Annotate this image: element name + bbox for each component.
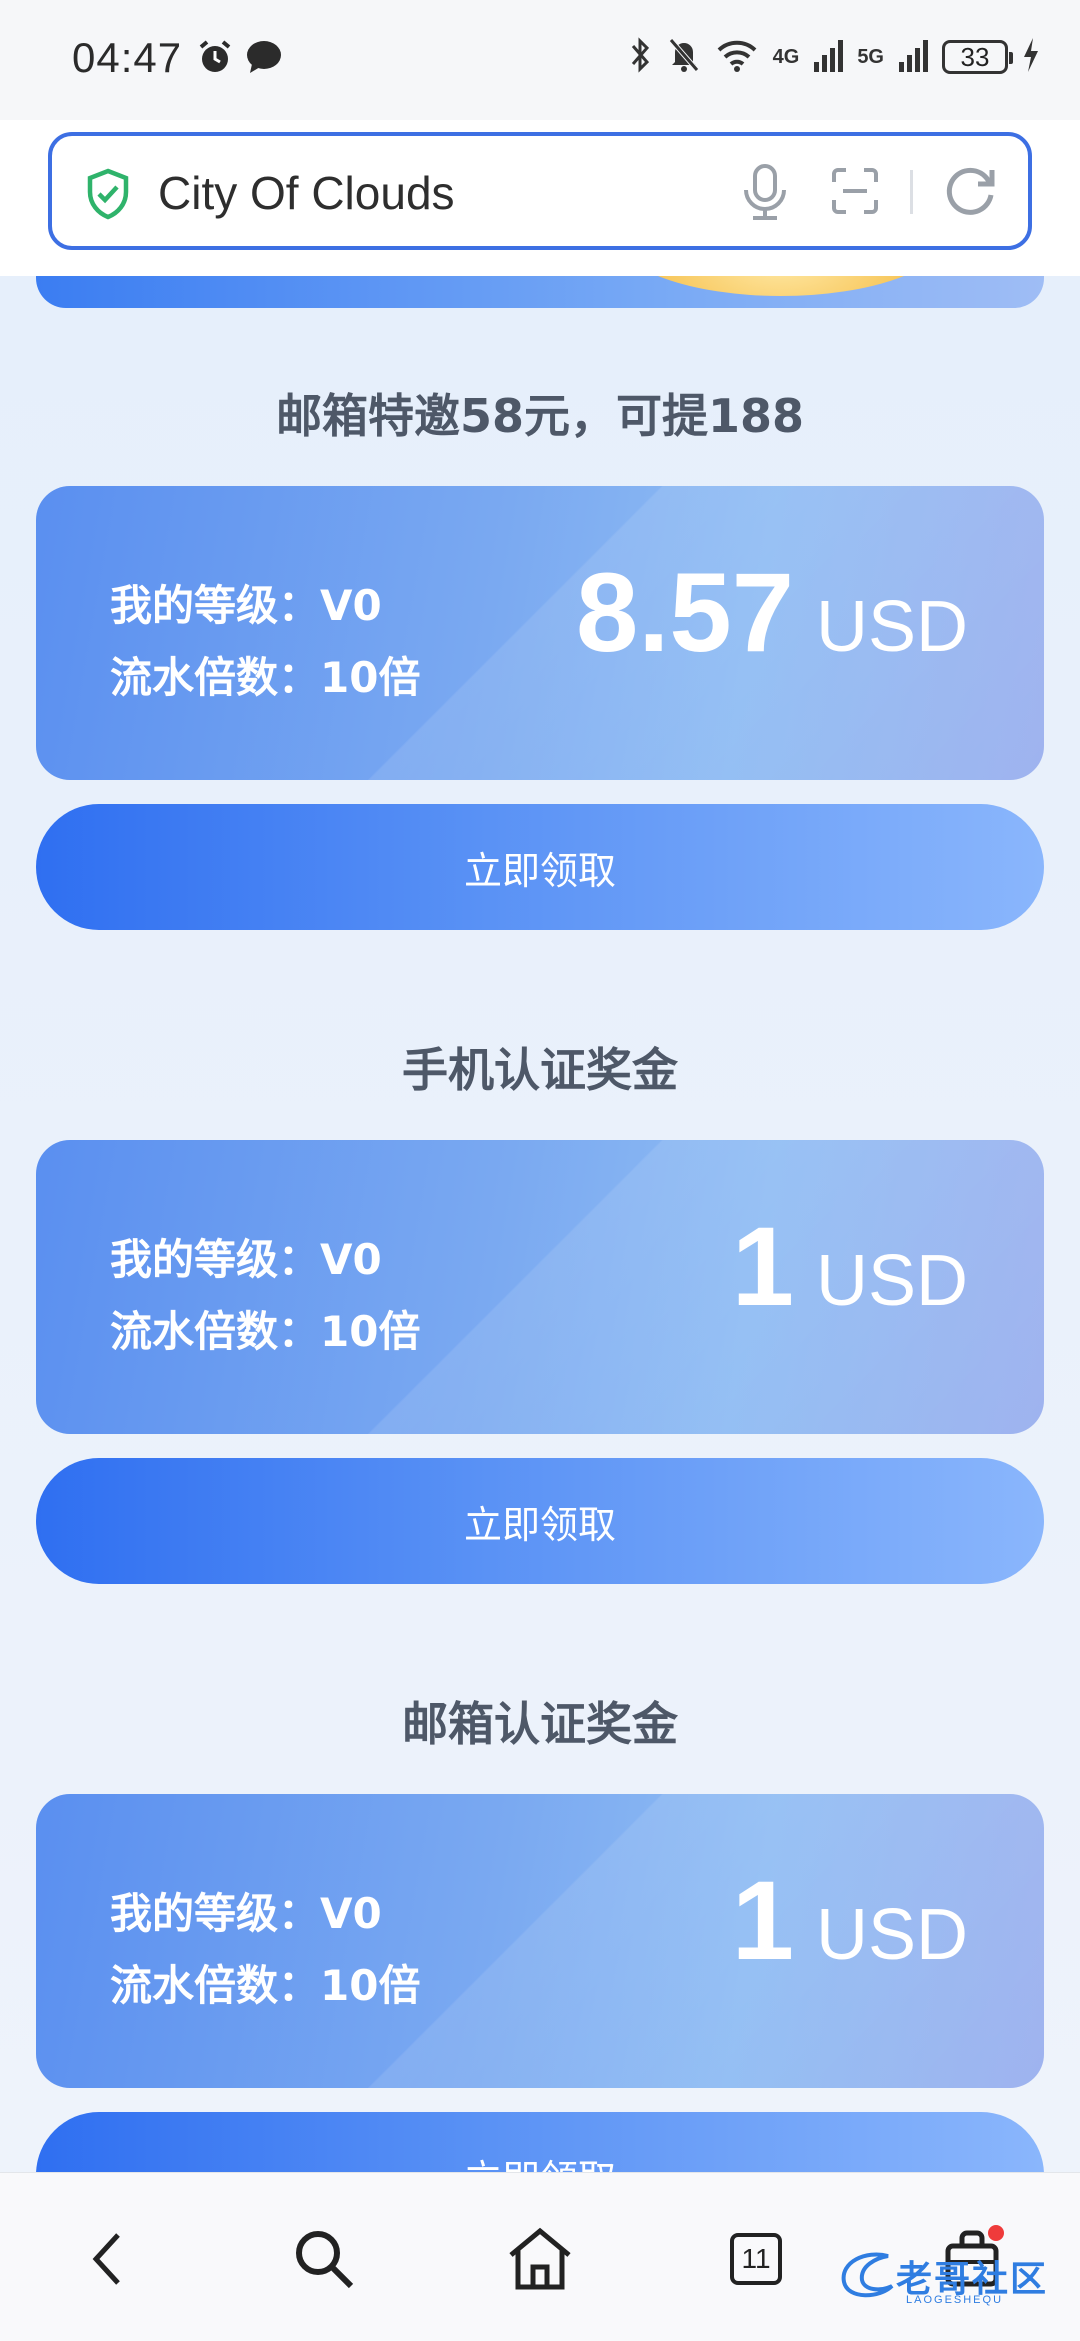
page-content: 邮箱特邀58元，可提188 我的等级：V0 流水倍数：10倍 8.57 USD … [0,276,1080,2172]
status-left-icons [196,38,284,80]
back-icon[interactable] [72,2223,144,2295]
charging-icon [1022,36,1040,78]
section-title: 手机认证奖金 [402,1043,678,1097]
scan-icon[interactable] [830,166,880,220]
network-type-a: 4G [772,46,800,68]
amount-unit: USD [815,1895,968,1975]
mute-icon [667,36,701,78]
alarm-icon [196,38,234,80]
amount-unit: USD [815,1241,968,1321]
top-banner [36,276,1044,308]
address-bar[interactable]: City Of Clouds [48,132,1032,250]
watermark-subtext: LAOGESHEQU [906,2294,1004,2306]
browser-top-bar: City Of Clouds [0,120,1080,276]
bluetooth-icon [629,36,653,78]
tabs-icon[interactable]: 11 [720,2223,792,2295]
card-level: 我的等级：V0 [110,1889,382,1938]
claim-button[interactable]: 立即领取 [36,1458,1044,1584]
card-amount: 1 USD [732,1856,968,1986]
tab-count: 11 [730,2233,782,2285]
signal-icon [813,36,844,78]
card-amount: 8.57 USD [576,548,968,678]
message-icon [244,38,284,80]
status-time: 04:47 [72,34,183,81]
amount-value: 1 [731,1858,794,1983]
wifi-icon [715,36,759,78]
card-multiplier: 流水倍数：10倍 [110,1961,421,2010]
bonus-card: 我的等级：V0 流水倍数：10倍 8.57 USD [36,486,1044,780]
card-multiplier: 流水倍数：10倍 [110,653,421,702]
bonus-card: 我的等级：V0 流水倍数：10倍 1 USD [36,1794,1044,2088]
amount-value: 1 [731,1204,794,1329]
section-title: 邮箱特邀58元，可提188 [275,389,805,443]
status-right-icons: 4G 5G 33 [629,36,1040,78]
page-title[interactable]: City Of Clouds [158,166,455,220]
amount-unit: USD [815,587,968,667]
battery-level: 33 [960,41,990,72]
section-title: 邮箱认证奖金 [402,1697,678,1751]
card-multiplier: 流水倍数：10倍 [110,1307,421,1356]
card-amount: 1 USD [732,1202,968,1332]
claim-button[interactable]: 立即领取 [36,2112,1044,2172]
shield-check-icon [84,168,132,224]
address-divider [910,170,913,214]
signal-icon [898,36,928,78]
network-type-b: 5G [857,46,884,68]
reload-icon[interactable] [942,162,1000,224]
battery-icon: 33 [942,40,1013,74]
home-icon[interactable] [504,2223,576,2295]
amount-value: 8.57 [576,550,794,675]
search-icon[interactable] [288,2223,360,2295]
watermark: 老哥社区 LAOGESHEQU [836,2232,1066,2312]
card-level: 我的等级：V0 [110,1235,382,1284]
claim-button[interactable]: 立即领取 [36,804,1044,930]
coin-graphic [616,276,946,296]
bonus-card: 我的等级：V0 流水倍数：10倍 1 USD [36,1140,1044,1434]
microphone-icon[interactable] [738,162,792,226]
status-bar: 04:47 4G 5G 33 [0,0,1080,120]
card-level: 我的等级：V0 [110,581,382,630]
